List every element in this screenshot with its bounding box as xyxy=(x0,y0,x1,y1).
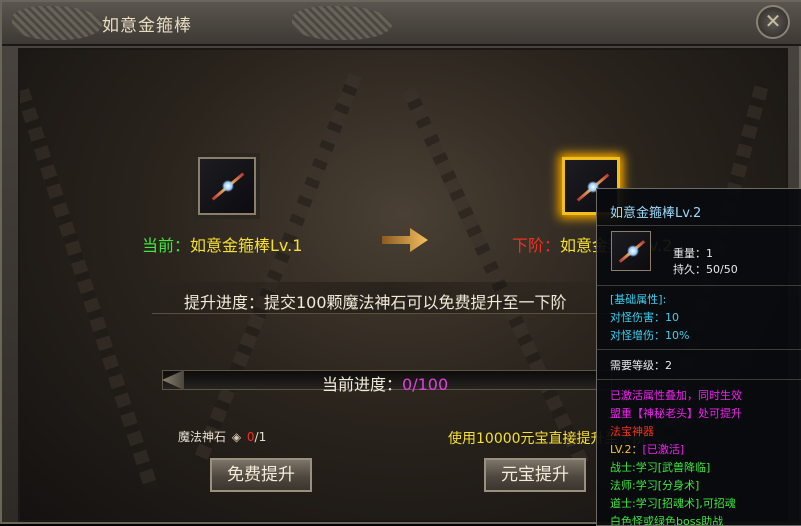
window-title: 如意金箍棒 xyxy=(102,16,192,36)
damage-label: 对怪伤害： xyxy=(610,311,665,324)
progress-value: 0/100 xyxy=(402,375,449,394)
lv-label: LV.2： xyxy=(610,443,643,456)
chain-decoration xyxy=(191,72,363,468)
tooltip-mage: 法师:学习[分身术] xyxy=(610,479,700,492)
current-item-slot[interactable] xyxy=(198,157,256,215)
tooltip-increase: 对怪增伤：10% xyxy=(610,327,689,343)
free-upgrade-button[interactable]: 免费提升 xyxy=(210,458,312,492)
tooltip-desc-3: 法宝神器 xyxy=(610,425,654,438)
tooltip-boss: 白色怪或绿色boss助战 xyxy=(610,515,724,526)
title-ornament-right xyxy=(292,6,392,40)
tooltip-divider xyxy=(597,285,801,286)
tooltip-taoist: 道士:学习[招魂术],可招魂 xyxy=(610,497,736,510)
gem-icon: ◈ xyxy=(231,430,242,444)
weight-label: 重量： xyxy=(673,247,706,260)
next-prefix: 下阶： xyxy=(512,236,561,255)
item-tooltip: 如意金箍棒Lv.2 重量：1 持久：50/50 [基础属性]: 对怪伤害：10 … xyxy=(596,188,801,526)
arrow-right-icon xyxy=(382,228,428,252)
sparkle-icon xyxy=(222,180,234,192)
tooltip-divider xyxy=(597,349,801,350)
window-frame: 如意金箍棒 ✕ 当前：如意金箍棒Lv.1 下阶：如意金箍棒Lv.2 提升进度 xyxy=(0,0,801,526)
tooltip-divider xyxy=(597,379,801,380)
title-bar[interactable]: 如意金箍棒 ✕ xyxy=(2,2,801,46)
current-label: 当前：如意金箍棒Lv.1 xyxy=(142,232,302,256)
tooltip-durability: 持久：50/50 xyxy=(673,261,738,277)
progress-text: 当前进度：0/100 xyxy=(322,371,448,395)
damage-value: 10 xyxy=(665,311,679,324)
tooltip-desc-1: 已激活属性叠加，同时生效 xyxy=(610,389,742,402)
durability-value: 50/50 xyxy=(706,263,738,276)
tooltip-weight: 重量：1 xyxy=(673,245,713,261)
lv-status: [已激活] xyxy=(642,443,685,456)
current-name: 如意金箍棒Lv.1 xyxy=(190,236,303,255)
tooltip-divider xyxy=(597,225,801,226)
tooltip-item-icon xyxy=(611,231,651,271)
tooltip-desc-2: 盟重【神秘老头】处可提升 xyxy=(610,407,742,420)
upgrade-hint: 提升进度：提交100颗魔法神石可以免费提升至一下阶 xyxy=(184,293,567,312)
close-button[interactable]: ✕ xyxy=(756,5,790,39)
tooltip-damage: 对怪伤害：10 xyxy=(610,309,679,325)
sparkle-icon xyxy=(627,245,639,257)
durability-label: 持久： xyxy=(673,263,706,276)
chain-decoration xyxy=(401,86,593,474)
level-value: 2 xyxy=(665,359,672,372)
material-info: 魔法神石 ◈ 0/1 xyxy=(178,428,266,445)
tooltip-lv-status: LV.2：[已激活] xyxy=(610,441,684,457)
weight-value: 1 xyxy=(706,247,713,260)
level-label: 需要等级： xyxy=(610,359,665,372)
yuanbao-upgrade-button[interactable]: 元宝提升 xyxy=(484,458,586,492)
tooltip-warrior: 战士:学习[武兽降临] xyxy=(610,461,711,474)
title-ornament-left xyxy=(12,6,102,40)
tooltip-title: 如意金箍棒Lv.2 xyxy=(610,206,702,221)
close-icon: ✕ xyxy=(764,9,782,33)
material-required: /1 xyxy=(254,430,267,444)
base-attr-header: [基础属性]: xyxy=(610,293,667,306)
progress-label: 当前进度： xyxy=(322,375,403,394)
tooltip-level: 需要等级：2 xyxy=(610,357,672,373)
material-name: 魔法神石 xyxy=(178,430,227,444)
increase-value: 10% xyxy=(665,329,690,342)
current-prefix: 当前： xyxy=(142,236,191,255)
increase-label: 对怪增伤： xyxy=(610,329,665,342)
material-owned: 0 xyxy=(246,430,255,444)
chain-decoration xyxy=(20,88,159,492)
